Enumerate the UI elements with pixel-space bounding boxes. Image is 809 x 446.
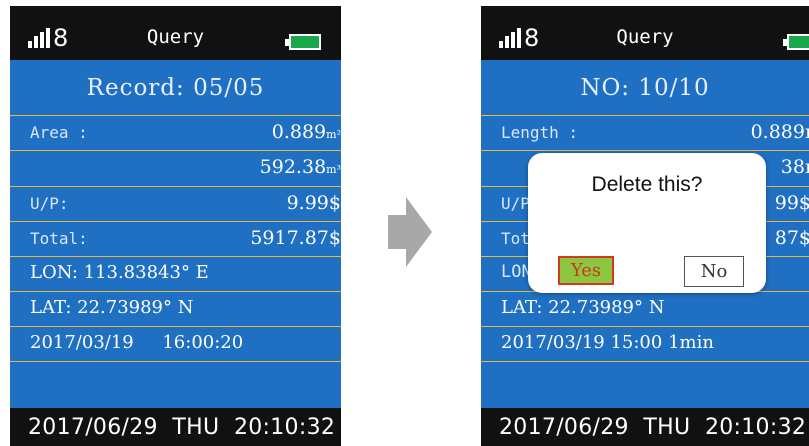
latitude-text: LAT: 22.73989° N [501, 297, 665, 318]
length-label: Length : [501, 123, 579, 142]
area-unit: m² [326, 128, 341, 141]
screen-title: Query [616, 26, 674, 48]
longitude-row: LON: 113.83843° E [10, 256, 341, 292]
volume-number: 592.38 [259, 156, 327, 178]
record-header: Record: 05/05 [86, 75, 265, 101]
longitude-text: LON: 113.83843° E [30, 262, 209, 283]
row-3-value: 99$ [774, 192, 809, 214]
row-3-label: U/P [501, 194, 530, 213]
row-2-value: 38m [780, 156, 809, 178]
query-screen-left: 8 Query Record: 05/05 Area : 0.889m² 592… [10, 0, 341, 446]
datetime-row: 2017/03/19 15:00 1min [481, 326, 809, 362]
volume-unit: m³ [326, 163, 341, 176]
empty-row [481, 361, 809, 397]
status-bar: 8 Query [10, 6, 341, 60]
latitude-text: LAT: 22.73989° N [30, 297, 194, 318]
unit-price-label: U/P: [30, 194, 69, 213]
footer-datetime: 2017/06/29 THU 20:10:32 [28, 415, 336, 440]
footer-clock: 2017/06/29 THU 20:10:32 [481, 408, 809, 446]
unit-price-row: U/P: 9.99$ [10, 186, 341, 222]
latitude-row: LAT: 22.73989° N [10, 291, 341, 327]
datetime-row: 2017/03/19 16:00:20 [10, 326, 341, 362]
record-panel: Record: 05/05 Area : 0.889m² 592.38m³ U/… [10, 60, 341, 408]
latitude-row: LAT: 22.73989° N [481, 291, 809, 327]
battery-icon [285, 34, 321, 50]
footer-clock: 2017/06/29 THU 20:10:32 [10, 408, 341, 446]
status-bar: 8 Query [481, 6, 809, 60]
total-label: Total: [30, 229, 88, 248]
dialog-message: Delete this? [591, 173, 703, 196]
row-4-label: Tot [501, 229, 530, 248]
row-4-value: 87$ [774, 227, 809, 249]
area-value: 0.889m² [272, 121, 341, 143]
unit-price-value: 9.99$ [286, 192, 341, 214]
area-row: Area : 0.889m² [10, 115, 341, 151]
record-header: NO: 10/10 [580, 75, 710, 101]
no-button[interactable]: No [684, 256, 744, 287]
area-label: Area : [30, 123, 88, 142]
delete-confirm-dialog: Delete this? Yes No [528, 153, 766, 293]
record-datetime: 2017/03/19 15:00 1min [501, 332, 714, 353]
record-datetime: 2017/03/19 16:00:20 [30, 332, 244, 353]
yes-button[interactable]: Yes [558, 256, 614, 285]
footer-datetime: 2017/06/29 THU 20:10:32 [499, 415, 807, 440]
query-screen-right: 8 Query NO: 10/10 Length : 0.889m 38m U/… [481, 0, 809, 446]
empty-row [10, 361, 341, 397]
volume-row: 592.38m³ [10, 150, 341, 186]
total-row: Total: 5917.87$ [10, 221, 341, 257]
length-value: 0.889m [750, 121, 809, 143]
length-row: Length : 0.889m [481, 115, 809, 151]
battery-icon [783, 34, 809, 50]
volume-value: 592.38m³ [260, 156, 341, 178]
right-arrow-icon [388, 197, 432, 267]
total-value: 5917.87$ [250, 227, 341, 249]
area-number: 0.889 [271, 121, 327, 143]
